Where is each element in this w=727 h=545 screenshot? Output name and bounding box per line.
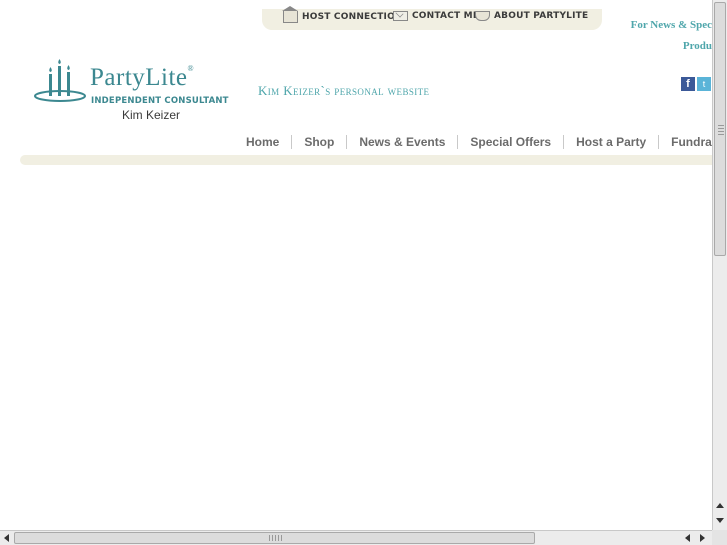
house-icon [282, 6, 298, 23]
scrollbar-corner [712, 530, 727, 545]
site-title: Kim Keizer`s personal website [258, 83, 430, 98]
horizontal-scrollbar[interactable] [0, 530, 712, 545]
cup-icon [475, 11, 490, 21]
contact-me-label: CONTACT ME [412, 11, 480, 21]
nav-news-events[interactable]: News & Events [347, 132, 457, 152]
scroll-left-arrow-icon[interactable] [685, 534, 690, 542]
nav-home[interactable]: Home [234, 132, 291, 152]
nav-bottom-band [20, 155, 712, 165]
promo-line-2: Produ [682, 40, 712, 52]
news-signup-promo[interactable]: For News & Spec Produ [631, 15, 712, 57]
nav-fundraising[interactable]: Fundra [659, 132, 712, 152]
grip-icon [718, 125, 724, 135]
scroll-down-arrow-icon[interactable] [716, 518, 724, 523]
promo-line-1: For News & Spec [630, 19, 712, 31]
vertical-scrollbar[interactable] [712, 0, 727, 530]
vertical-scroll-thumb[interactable] [714, 2, 726, 256]
social-links: f t [681, 77, 711, 91]
contact-me-link[interactable]: CONTACT ME [393, 11, 479, 21]
consultant-tagline: INDEPENDENT CONSULTANT [91, 96, 229, 106]
brand-name: PartyLite® [90, 64, 195, 91]
consultant-name: Kim Keizer [122, 108, 181, 122]
scroll-left-arrow-icon[interactable] [4, 534, 9, 542]
envelope-icon [393, 11, 408, 21]
facebook-icon[interactable]: f [681, 77, 695, 91]
page: HOST CONNECTION CONTACT ME ABOUT PARTYLI… [0, 0, 712, 530]
nav-special-offers[interactable]: Special Offers [458, 132, 563, 152]
nav-host-a-party[interactable]: Host a Party [564, 132, 658, 152]
main-nav: Home Shop News & Events Special Offers H… [234, 132, 712, 152]
candles-icon [34, 59, 86, 102]
registered-mark: ® [187, 64, 195, 73]
grip-icon [269, 535, 283, 541]
nav-shop[interactable]: Shop [292, 132, 346, 152]
scroll-right-arrow-icon[interactable] [700, 534, 705, 542]
twitter-icon[interactable]: t [697, 77, 711, 91]
host-connection-link[interactable]: HOST CONNECTION [282, 6, 403, 23]
about-partylite-label: ABOUT PARTYLITE [494, 11, 589, 21]
scroll-up-arrow-icon[interactable] [716, 503, 724, 508]
horizontal-scroll-thumb[interactable] [14, 532, 535, 544]
about-partylite-link[interactable]: ABOUT PARTYLITE [475, 11, 588, 21]
host-connection-label: HOST CONNECTION [302, 12, 403, 22]
